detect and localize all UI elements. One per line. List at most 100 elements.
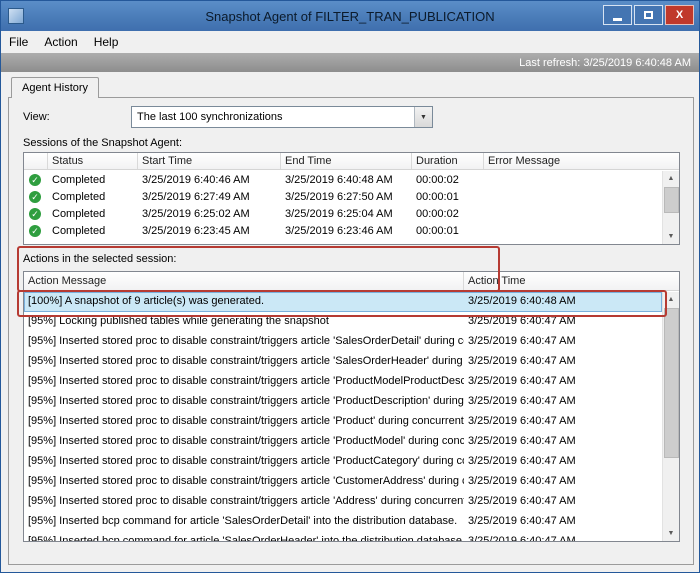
session-status: Completed (48, 208, 138, 220)
scrollbar-thumb[interactable] (664, 187, 679, 213)
tab-label: Agent History (22, 82, 88, 94)
snapshot-agent-window: Snapshot Agent of FILTER_TRAN_PUBLICATIO… (0, 0, 700, 573)
table-row[interactable]: [95%] Inserted bcp command for article '… (24, 532, 662, 541)
scrollbar-thumb[interactable] (664, 308, 679, 458)
last-refresh-text: Last refresh: 3/25/2019 6:40:48 AM (519, 57, 691, 69)
close-button[interactable]: X (665, 5, 694, 25)
session-duration: 00:00:02 (412, 208, 484, 220)
column-header-status[interactable]: Status (48, 153, 138, 169)
scroll-up-icon[interactable]: ▲ (663, 292, 679, 307)
view-dropdown[interactable]: The last 100 synchronizations ▼ (131, 106, 433, 128)
status-completed-icon: ✓ (29, 225, 41, 237)
action-message: [95%] Inserted bcp command for article '… (24, 532, 464, 541)
table-row[interactable]: [95%] Locking published tables while gen… (24, 312, 662, 332)
column-header-status-icon[interactable] (24, 153, 48, 169)
scroll-down-icon[interactable]: ▼ (663, 526, 679, 541)
action-time: 3/25/2019 6:40:47 AM (464, 492, 662, 512)
tab-agent-history[interactable]: Agent History (11, 77, 99, 98)
session-status: Completed (48, 191, 138, 203)
sessions-table: Status Start Time End Time Duration Erro… (23, 152, 680, 245)
table-row[interactable]: [95%] Inserted stored proc to disable co… (24, 472, 662, 492)
table-row[interactable]: ✓ Completed 3/25/2019 6:23:45 AM 3/25/20… (24, 222, 662, 239)
table-row[interactable]: ✓ Completed 3/25/2019 6:25:02 AM 3/25/20… (24, 205, 662, 222)
menu-file[interactable]: File (1, 32, 36, 52)
action-message: [95%] Locking published tables while gen… (24, 312, 464, 332)
action-time: 3/25/2019 6:40:47 AM (464, 452, 662, 472)
session-end: 3/25/2019 6:40:48 AM (281, 174, 412, 186)
action-time: 3/25/2019 6:40:47 AM (464, 412, 662, 432)
column-header-duration[interactable]: Duration (412, 153, 484, 169)
action-message: [95%] Inserted bcp command for article '… (24, 512, 464, 532)
column-header-action-message[interactable]: Action Message (24, 272, 464, 290)
scroll-down-icon[interactable]: ▼ (663, 229, 679, 244)
action-message: [100%] A snapshot of 9 article(s) was ge… (24, 292, 464, 312)
maximize-icon (644, 11, 653, 19)
session-end: 3/25/2019 6:27:50 AM (281, 191, 412, 203)
session-start: 3/25/2019 6:27:49 AM (138, 191, 281, 203)
action-time: 3/25/2019 6:40:47 AM (464, 392, 662, 412)
table-row[interactable]: [95%] Inserted stored proc to disable co… (24, 432, 662, 452)
table-row[interactable]: [95%] Inserted stored proc to disable co… (24, 492, 662, 512)
table-row[interactable]: [95%] Inserted stored proc to disable co… (24, 452, 662, 472)
actions-header: Action Message Action Time (24, 272, 679, 291)
minimize-icon (613, 18, 622, 21)
minimize-button[interactable] (603, 5, 632, 25)
table-row[interactable]: ✓ Completed 3/25/2019 6:27:49 AM 3/25/20… (24, 188, 662, 205)
action-message: [95%] Inserted stored proc to disable co… (24, 452, 464, 472)
session-start: 3/25/2019 6:23:45 AM (138, 225, 281, 237)
session-duration: 00:00:02 (412, 174, 484, 186)
window-title: Snapshot Agent of FILTER_TRAN_PUBLICATIO… (1, 9, 699, 24)
action-message: [95%] Inserted stored proc to disable co… (24, 392, 464, 412)
actions-label: Actions in the selected session: (23, 253, 176, 265)
status-completed-icon: ✓ (29, 174, 41, 186)
view-label: View: (23, 111, 50, 123)
session-start: 3/25/2019 6:40:46 AM (138, 174, 281, 186)
view-dropdown-value: The last 100 synchronizations (132, 111, 414, 123)
sessions-label: Sessions of the Snapshot Agent: (23, 137, 182, 149)
action-time: 3/25/2019 6:40:47 AM (464, 312, 662, 332)
status-completed-icon: ✓ (29, 191, 41, 203)
action-message: [95%] Inserted stored proc to disable co… (24, 352, 464, 372)
sessions-header: Status Start Time End Time Duration Erro… (24, 153, 679, 170)
sessions-scrollbar[interactable]: ▲ ▼ (662, 171, 679, 244)
session-end: 3/25/2019 6:23:46 AM (281, 225, 412, 237)
scroll-up-icon[interactable]: ▲ (663, 171, 679, 186)
table-row[interactable]: ✓ Completed 3/25/2019 6:40:46 AM 3/25/20… (24, 171, 662, 188)
action-message: [95%] Inserted stored proc to disable co… (24, 492, 464, 512)
maximize-button[interactable] (634, 5, 663, 25)
action-time: 3/25/2019 6:40:47 AM (464, 372, 662, 392)
caption-buttons: X (603, 5, 694, 25)
table-row[interactable]: [95%] Inserted bcp command for article '… (24, 512, 662, 532)
table-row[interactable]: [95%] Inserted stored proc to disable co… (24, 412, 662, 432)
status-completed-icon: ✓ (29, 208, 41, 220)
close-icon: X (676, 9, 683, 21)
titlebar: Snapshot Agent of FILTER_TRAN_PUBLICATIO… (1, 1, 699, 31)
action-message: [95%] Inserted stored proc to disable co… (24, 372, 464, 392)
status-strip: Last refresh: 3/25/2019 6:40:48 AM (1, 53, 699, 72)
column-header-error-message[interactable]: Error Message (484, 153, 679, 169)
session-start: 3/25/2019 6:25:02 AM (138, 208, 281, 220)
action-time: 3/25/2019 6:40:47 AM (464, 512, 662, 532)
column-header-end-time[interactable]: End Time (281, 153, 412, 169)
table-row[interactable]: [95%] Inserted stored proc to disable co… (24, 352, 662, 372)
table-row[interactable]: [95%] Inserted stored proc to disable co… (24, 392, 662, 412)
chevron-down-icon[interactable]: ▼ (414, 107, 432, 127)
actions-table: Action Message Action Time [100%] A snap… (23, 271, 680, 542)
action-time: 3/25/2019 6:40:48 AM (464, 292, 662, 312)
actions-body: [100%] A snapshot of 9 article(s) was ge… (24, 292, 662, 541)
action-time: 3/25/2019 6:40:47 AM (464, 472, 662, 492)
action-message: [95%] Inserted stored proc to disable co… (24, 332, 464, 352)
session-status: Completed (48, 174, 138, 186)
table-row[interactable]: [95%] Inserted stored proc to disable co… (24, 332, 662, 352)
table-row[interactable]: [95%] Inserted stored proc to disable co… (24, 372, 662, 392)
column-header-start-time[interactable]: Start Time (138, 153, 281, 169)
column-header-action-time[interactable]: Action Time (464, 272, 679, 290)
session-duration: 00:00:01 (412, 225, 484, 237)
action-time: 3/25/2019 6:40:47 AM (464, 332, 662, 352)
menu-help[interactable]: Help (86, 32, 127, 52)
actions-scrollbar[interactable]: ▲ ▼ (662, 292, 679, 541)
table-row-selected[interactable]: [100%] A snapshot of 9 article(s) was ge… (24, 292, 662, 312)
session-status: Completed (48, 225, 138, 237)
menu-action[interactable]: Action (36, 32, 85, 52)
action-time: 3/25/2019 6:40:47 AM (464, 432, 662, 452)
